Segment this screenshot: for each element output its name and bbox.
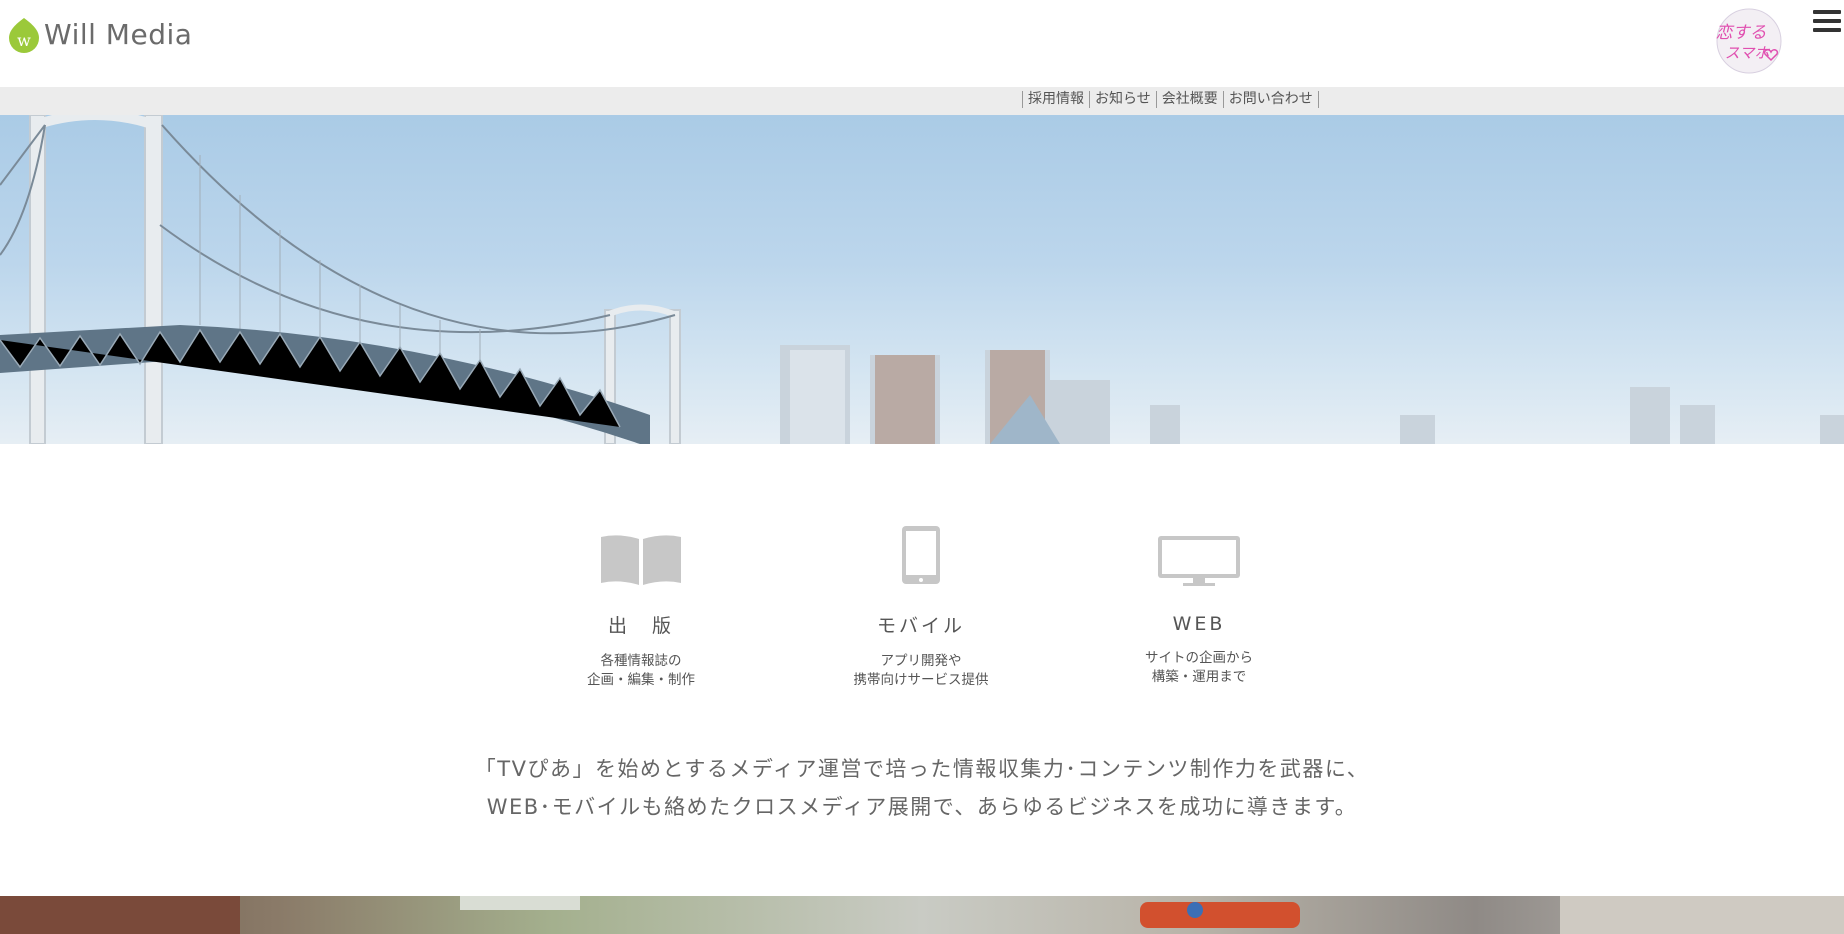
hamburger-menu-icon[interactable] (1813, 10, 1841, 36)
book-icon (601, 535, 681, 585)
nav-item-news[interactable]: お知らせ (1089, 91, 1156, 108)
service-title: 出 版 (607, 615, 674, 637)
site-header: w Will Media 恋する スマホ (0, 0, 1844, 87)
sub-navigation: 採用情報 お知らせ 会社概要 お問い合わせ (0, 87, 1844, 115)
koi-suru-sumaho-badge[interactable]: 恋する スマホ (1711, 8, 1787, 74)
nav-item-company[interactable]: 会社概要 (1155, 91, 1223, 108)
nav-item-recruit[interactable]: 採用情報 (1022, 91, 1089, 108)
svg-text:スマホ: スマホ (1725, 44, 1771, 62)
service-web[interactable]: WEB サイトの企画から 構築・運用まで (1099, 521, 1299, 687)
hero-image (0, 115, 1844, 444)
service-description: サイトの企画から 構築・運用まで (1145, 650, 1253, 685)
company-tagline: 「TVぴあ」を始めとするメディア運営で培った情報収集力･コンテンツ制作力を武器に… (0, 750, 1844, 826)
tagline-line-1: 「TVぴあ」を始めとするメディア運営で培った情報収集力･コンテンツ制作力を武器に… (474, 757, 1370, 781)
service-description: 各種情報誌の 企画・編集・制作 (587, 653, 695, 688)
service-description: アプリ開発や 携帯向けサービス提供 (853, 653, 989, 688)
service-mobile[interactable]: モバイル アプリ開発や 携帯向けサービス提供 (821, 519, 1021, 690)
nav-item-contact[interactable]: お問い合わせ (1222, 91, 1319, 108)
tagline-line-2: WEB･モバイルも絡めたクロスメディア展開で、あらゆるビジネスを成功に導きます。 (486, 795, 1358, 819)
street-scene-image (0, 896, 1844, 934)
logo-mark-icon: w (9, 18, 39, 53)
svg-text:恋する: 恋する (1716, 23, 1767, 43)
will-media-logo[interactable]: w Will Media (8, 16, 192, 53)
services-section: 出 版 各種情報誌の 企画・編集・制作 モバイル アプリ開発や 携帯向けサービス… (0, 444, 1844, 894)
monitor-icon (1158, 536, 1240, 586)
street-scene-illustration (0, 896, 1844, 934)
service-title: モバイル (876, 615, 965, 637)
service-title: WEB (1172, 613, 1226, 635)
service-publishing[interactable]: 出 版 各種情報誌の 企画・編集・制作 (541, 519, 741, 690)
svg-text:w: w (17, 31, 31, 50)
logo-text: Will Media (44, 18, 193, 51)
bridge-cityscape-illustration (0, 115, 1844, 444)
smartphone-icon (902, 526, 940, 584)
